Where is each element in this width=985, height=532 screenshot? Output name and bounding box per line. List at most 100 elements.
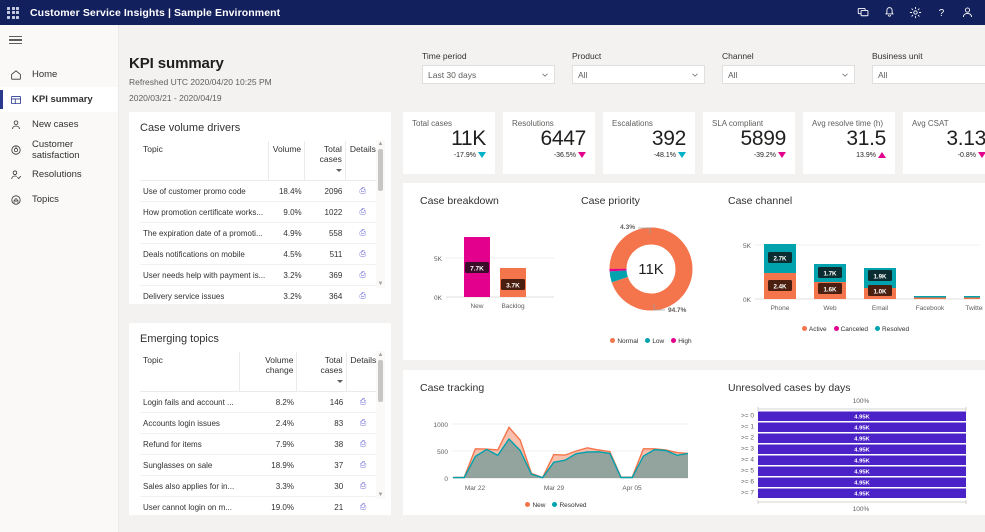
feedback-icon[interactable] bbox=[851, 0, 875, 25]
kpi-card-sla-compliant[interactable]: SLA compliant 5899 -39.2% bbox=[703, 112, 795, 174]
legend-item-resolved[interactable]: Resolved bbox=[552, 502, 586, 509]
details-link-icon[interactable]: ⎙ bbox=[359, 270, 365, 279]
table-row[interactable]: The expiration date of a promoti... 4.9%… bbox=[140, 223, 380, 244]
kpi-card-total-cases[interactable]: Total cases 11K -17.9% bbox=[403, 112, 495, 174]
table-vertical-scrollbar[interactable]: ▲ ▼ bbox=[376, 140, 385, 288]
sidebar-toggle-hamburger-icon[interactable] bbox=[0, 25, 118, 55]
filter-business-unit-dropdown[interactable]: All bbox=[872, 65, 985, 84]
filter-channel-dropdown[interactable]: All bbox=[722, 65, 855, 84]
sidebar-item-resolutions[interactable]: Resolutions bbox=[0, 162, 118, 187]
cell-details[interactable]: ⎙ bbox=[346, 392, 380, 413]
table-row[interactable]: How promotion certificate works... 9.0% … bbox=[140, 202, 380, 223]
cell-topic: Refund for items bbox=[140, 434, 240, 455]
details-link-icon[interactable]: ⎙ bbox=[359, 291, 365, 300]
kpi-card-avg-csat[interactable]: Avg CSAT 3.13 -0.8% bbox=[903, 112, 985, 174]
legend-item-high[interactable]: High bbox=[671, 338, 691, 345]
cell-details[interactable]: ⎙ bbox=[346, 476, 380, 497]
column-header-volume-change[interactable]: Volume change bbox=[240, 352, 297, 392]
legend-item-normal[interactable]: Normal bbox=[610, 338, 638, 345]
bar-row-1[interactable]: >= 1 4.95K bbox=[741, 423, 966, 433]
kpi-card-resolutions[interactable]: Resolutions 6447 -36.5% bbox=[503, 112, 595, 174]
sidebar-item-topics[interactable]: Topics bbox=[0, 187, 118, 212]
cell-details[interactable]: ⎙ bbox=[345, 286, 380, 307]
sidebar-item-customer-satisfaction[interactable]: Customer satisfaction bbox=[0, 137, 118, 162]
cell-details[interactable]: ⎙ bbox=[345, 265, 380, 286]
sidebar-item-kpi-summary[interactable]: KPI summary bbox=[0, 87, 118, 112]
table-row[interactable]: User cannot login on m... 19.0% 21 ⎙ bbox=[140, 497, 380, 518]
table-row[interactable]: User needs help with payment is... 3.2% … bbox=[140, 265, 380, 286]
sidebar-item-home[interactable]: Home bbox=[0, 62, 118, 87]
bar-facebook-resolved[interactable] bbox=[914, 296, 946, 298]
scroll-up-arrow-icon[interactable]: ▲ bbox=[378, 351, 384, 359]
table-row[interactable]: Accounts login issues 2.4% 83 ⎙ bbox=[140, 413, 380, 434]
bar-row-2[interactable]: >= 2 4.95K bbox=[741, 434, 966, 444]
legend-item-resolved[interactable]: Resolved bbox=[875, 326, 909, 333]
bar-row-4[interactable]: >= 4 4.95K bbox=[741, 456, 966, 466]
legend-item-canceled[interactable]: Canceled bbox=[834, 326, 868, 333]
column-header-volume[interactable]: Volume bbox=[268, 141, 304, 181]
cell-details[interactable]: ⎙ bbox=[345, 202, 380, 223]
kpi-card-escalations[interactable]: Escalations 392 -48.1% bbox=[603, 112, 695, 174]
details-link-icon[interactable]: ⎙ bbox=[360, 397, 366, 406]
details-link-icon[interactable]: ⎙ bbox=[359, 249, 365, 258]
table-row[interactable]: Sales also applies for in... 3.3% 30 ⎙ bbox=[140, 476, 380, 497]
filter-time-period-dropdown[interactable]: Last 30 days bbox=[422, 65, 555, 84]
bar-twitter-resolved[interactable] bbox=[964, 296, 980, 298]
table-row[interactable]: Sunglasses on sale 18.9% 37 ⎙ bbox=[140, 455, 380, 476]
column-header-total-cases[interactable]: Total cases bbox=[305, 141, 346, 181]
legend-item-active[interactable]: Active bbox=[802, 326, 827, 333]
details-link-icon[interactable]: ⎙ bbox=[360, 460, 366, 469]
table-row[interactable]: Use of customer promo code 18.4% 2096 ⎙ bbox=[140, 181, 380, 202]
filter-product-dropdown[interactable]: All bbox=[572, 65, 705, 84]
filter-label: Business unit bbox=[872, 51, 985, 61]
scroll-down-arrow-icon[interactable]: ▼ bbox=[378, 280, 384, 288]
bar-twitter-active[interactable] bbox=[964, 298, 980, 300]
app-launcher-icon[interactable] bbox=[0, 0, 26, 25]
scroll-up-arrow-icon[interactable]: ▲ bbox=[378, 140, 384, 148]
bar-facebook-active[interactable] bbox=[914, 298, 946, 300]
cell-details[interactable]: ⎙ bbox=[346, 497, 380, 518]
sidebar-item-new-cases[interactable]: New cases bbox=[0, 112, 118, 137]
details-link-icon[interactable]: ⎙ bbox=[360, 481, 366, 490]
legend-item-new[interactable]: New bbox=[525, 502, 545, 509]
table-row[interactable]: Deals notifications on mobile 4.5% 511 ⎙ bbox=[140, 244, 380, 265]
settings-gear-icon[interactable] bbox=[903, 0, 927, 25]
legend-item-low[interactable]: Low bbox=[645, 338, 664, 345]
details-link-icon[interactable]: ⎙ bbox=[359, 186, 365, 195]
y-tick-0: 0K bbox=[743, 297, 752, 304]
bar-row-5[interactable]: >= 5 4.95K bbox=[741, 467, 966, 477]
cell-details[interactable]: ⎙ bbox=[345, 181, 380, 202]
page-title: KPI summary bbox=[129, 55, 272, 72]
kpi-card-avg-resolve-time[interactable]: Avg resolve time (h) 31.5 13.9% bbox=[803, 112, 895, 174]
bar-row-6[interactable]: >= 6 4.95K bbox=[741, 478, 966, 488]
bar-row-0[interactable]: >= 0 4.95K bbox=[741, 412, 966, 422]
table-row[interactable]: Login fails and account ... 8.2% 146 ⎙ bbox=[140, 392, 380, 413]
table-row[interactable]: Delivery service issues 3.2% 364 ⎙ bbox=[140, 286, 380, 307]
cell-details[interactable]: ⎙ bbox=[345, 244, 380, 265]
details-link-icon[interactable]: ⎙ bbox=[359, 228, 365, 237]
cell-details[interactable]: ⎙ bbox=[345, 223, 380, 244]
cell-details[interactable]: ⎙ bbox=[346, 413, 380, 434]
table-row[interactable]: Refund for items 7.9% 38 ⎙ bbox=[140, 434, 380, 455]
home-icon bbox=[9, 68, 23, 82]
kpi-value: 5899 bbox=[712, 127, 786, 151]
details-link-icon[interactable]: ⎙ bbox=[360, 418, 366, 427]
column-header-topic[interactable]: Topic bbox=[140, 352, 240, 392]
details-link-icon[interactable]: ⎙ bbox=[360, 502, 366, 511]
cell-details[interactable]: ⎙ bbox=[346, 434, 380, 455]
notification-bell-icon[interactable] bbox=[877, 0, 901, 25]
column-header-topic[interactable]: Topic bbox=[140, 141, 268, 181]
charts-row-2-card: Case tracking 0 500 1000 Mar 22 bbox=[403, 370, 985, 515]
cell-details[interactable]: ⎙ bbox=[346, 455, 380, 476]
account-person-icon[interactable] bbox=[955, 0, 979, 25]
help-question-icon[interactable]: ? bbox=[929, 0, 953, 25]
case-priority-plot: 11K 4.3% 94.7% bbox=[581, 207, 721, 337]
table-vertical-scrollbar[interactable]: ▲ ▼ bbox=[376, 351, 385, 499]
details-link-icon[interactable]: ⎙ bbox=[359, 207, 365, 216]
bar-row-7[interactable]: >= 7 4.95K bbox=[741, 489, 966, 499]
details-link-icon[interactable]: ⎙ bbox=[360, 439, 366, 448]
bar-row-3[interactable]: >= 3 4.95K bbox=[741, 445, 966, 455]
column-header-total-cases[interactable]: Total cases bbox=[297, 352, 346, 392]
top-app-bar: Customer Service Insights | Sample Envir… bbox=[0, 0, 985, 25]
scroll-down-arrow-icon[interactable]: ▼ bbox=[378, 491, 384, 499]
